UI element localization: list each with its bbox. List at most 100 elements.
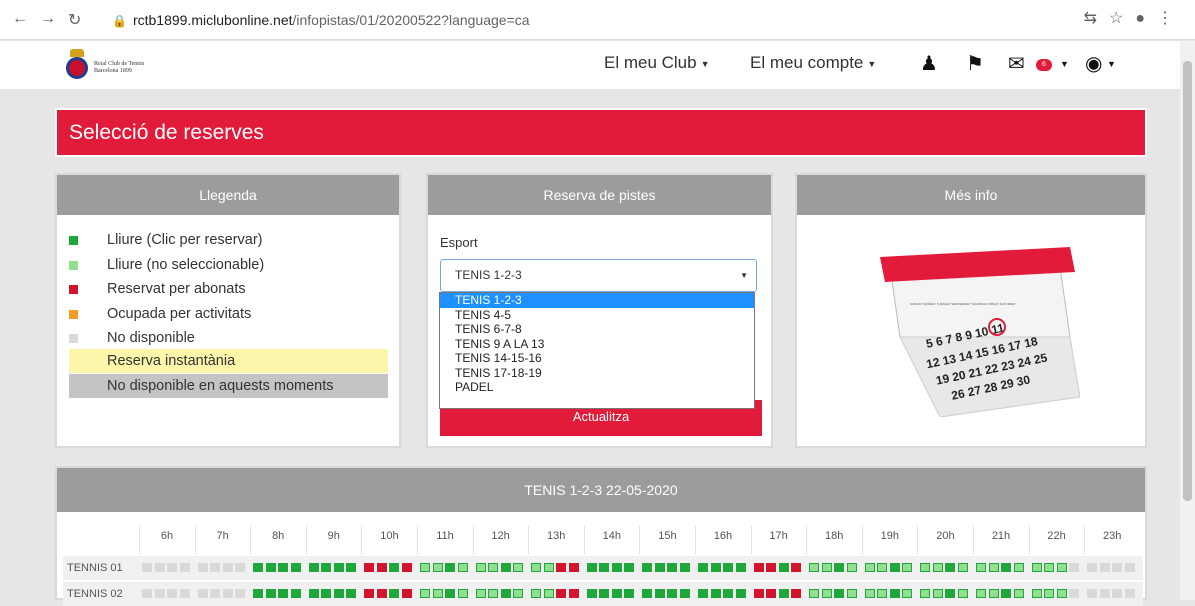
time-slot[interactable]: [321, 589, 332, 598]
more-info-title: Més info: [797, 175, 1145, 215]
time-slot: [197, 563, 208, 572]
time-slot[interactable]: [290, 563, 301, 572]
time-slot[interactable]: [599, 563, 610, 572]
time-slot: [809, 563, 820, 572]
time-slot[interactable]: [308, 563, 319, 572]
time-slot[interactable]: [500, 589, 511, 598]
profile-icon[interactable]: ●: [1135, 10, 1157, 27]
hour-label: 18h: [806, 526, 861, 554]
time-slot[interactable]: [679, 589, 690, 598]
time-slot[interactable]: [445, 563, 455, 572]
time-slot[interactable]: [278, 563, 289, 572]
hour-label: 21h: [973, 526, 1028, 554]
time-slot[interactable]: [624, 589, 635, 598]
sport-option[interactable]: TENIS 14-15-16: [440, 351, 754, 366]
time-slot[interactable]: [679, 563, 690, 572]
time-slot[interactable]: [445, 589, 455, 598]
reload-icon[interactable]: ↻: [68, 10, 81, 30]
time-slot[interactable]: [889, 563, 900, 572]
time-slot: [846, 589, 857, 598]
back-icon[interactable]: ←: [12, 10, 28, 28]
time-slot[interactable]: [735, 589, 746, 598]
time-slot[interactable]: [723, 563, 733, 572]
sport-option[interactable]: TENIS 6-7-8: [440, 322, 754, 337]
time-slot[interactable]: [611, 589, 622, 598]
time-slot[interactable]: [389, 589, 400, 598]
time-slot[interactable]: [333, 563, 344, 572]
address-bar[interactable]: 🔒 rctb1899.miclubonline.net/infopistas/01…: [112, 8, 1158, 32]
time-slot[interactable]: [834, 563, 845, 572]
time-slot[interactable]: [290, 589, 301, 598]
time-slot[interactable]: [654, 589, 665, 598]
mail-icon[interactable]: ✉: [1008, 51, 1025, 76]
time-slot[interactable]: [333, 589, 344, 598]
sport-option[interactable]: TENIS 17-18-19: [440, 366, 754, 381]
chevron-down-icon: ▼: [740, 271, 748, 280]
time-slot[interactable]: [253, 589, 264, 598]
time-slot[interactable]: [945, 589, 956, 598]
sport-option[interactable]: PADEL: [440, 380, 754, 395]
time-slot[interactable]: [698, 589, 708, 598]
time-slot: [142, 589, 152, 598]
club-logo[interactable]: Reial Club de Tennis Barcelona 1899: [62, 47, 182, 83]
time-slot[interactable]: [710, 589, 721, 598]
hour-label: 20h: [917, 526, 972, 554]
url-host: rctb1899.miclubonline.net: [132, 12, 293, 28]
sport-option[interactable]: TENIS 9 A LA 13: [440, 337, 754, 352]
time-slot[interactable]: [389, 563, 400, 572]
sport-select[interactable]: TENIS 1-2-3 ▼: [440, 259, 757, 292]
star-icon[interactable]: ☆: [1109, 10, 1135, 27]
browser-actions[interactable]: ⇆☆●⋮: [1084, 8, 1185, 28]
time-slot[interactable]: [265, 563, 276, 572]
time-slot[interactable]: [710, 563, 721, 572]
sport-dropdown-list[interactable]: TENIS 1-2-3 TENIS 4-5 TENIS 6-7-8 TENIS …: [439, 292, 755, 409]
time-slot[interactable]: [278, 589, 289, 598]
flag-icon[interactable]: ⚑: [966, 51, 984, 76]
user-add-icon[interactable]: ♟: [920, 51, 938, 76]
time-slot[interactable]: [346, 589, 357, 598]
legend-swatch: [69, 285, 78, 294]
translate-icon[interactable]: ⇆: [1084, 10, 1109, 27]
menu-icon[interactable]: ⋮: [1157, 10, 1185, 27]
time-slot: [1031, 563, 1042, 572]
forward-icon[interactable]: →: [40, 10, 56, 28]
scrollbar-thumb[interactable]: [1183, 61, 1192, 501]
time-slot[interactable]: [308, 589, 319, 598]
time-slot[interactable]: [586, 589, 597, 598]
time-slot[interactable]: [265, 589, 276, 598]
svg-text:SUNDAY MONDAY TUESDAY WEDNESDA: SUNDAY MONDAY TUESDAY WEDNESDAY THURSDAY…: [910, 302, 1016, 306]
time-slot[interactable]: [500, 563, 511, 572]
time-slot[interactable]: [599, 589, 610, 598]
browser-toolbar: ← → ↻ 🔒 rctb1899.miclubonline.net/infopis…: [0, 0, 1195, 40]
time-slot[interactable]: [1001, 589, 1011, 598]
time-slot[interactable]: [253, 563, 264, 572]
time-slot[interactable]: [945, 563, 956, 572]
time-slot[interactable]: [611, 563, 622, 572]
time-slot: [920, 589, 931, 598]
time-slot[interactable]: [667, 589, 678, 598]
sport-option[interactable]: TENIS 4-5: [440, 308, 754, 323]
sport-option[interactable]: TENIS 1-2-3: [440, 293, 754, 308]
time-slot[interactable]: [778, 589, 789, 598]
time-slot[interactable]: [667, 563, 678, 572]
time-slot[interactable]: [1001, 563, 1011, 572]
time-slot[interactable]: [586, 563, 597, 572]
time-slot: [376, 563, 387, 572]
time-slot[interactable]: [624, 563, 635, 572]
time-slot[interactable]: [723, 589, 733, 598]
time-slot[interactable]: [321, 563, 332, 572]
time-slot[interactable]: [654, 563, 665, 572]
time-slot[interactable]: [889, 589, 900, 598]
time-slot[interactable]: [642, 563, 653, 572]
time-slot[interactable]: [346, 563, 357, 572]
time-slot[interactable]: [698, 563, 708, 572]
nav-el-meu-club[interactable]: El meu Club ▼: [604, 53, 710, 73]
time-slot[interactable]: [642, 589, 653, 598]
page-scrollbar[interactable]: [1180, 41, 1195, 600]
crest-icon: [66, 57, 88, 79]
time-slot[interactable]: [735, 563, 746, 572]
time-slot[interactable]: [834, 589, 845, 598]
nav-el-meu-compte[interactable]: El meu compte ▼: [750, 53, 876, 73]
time-slot[interactable]: [778, 563, 789, 572]
globe-icon[interactable]: ◉: [1085, 51, 1102, 76]
